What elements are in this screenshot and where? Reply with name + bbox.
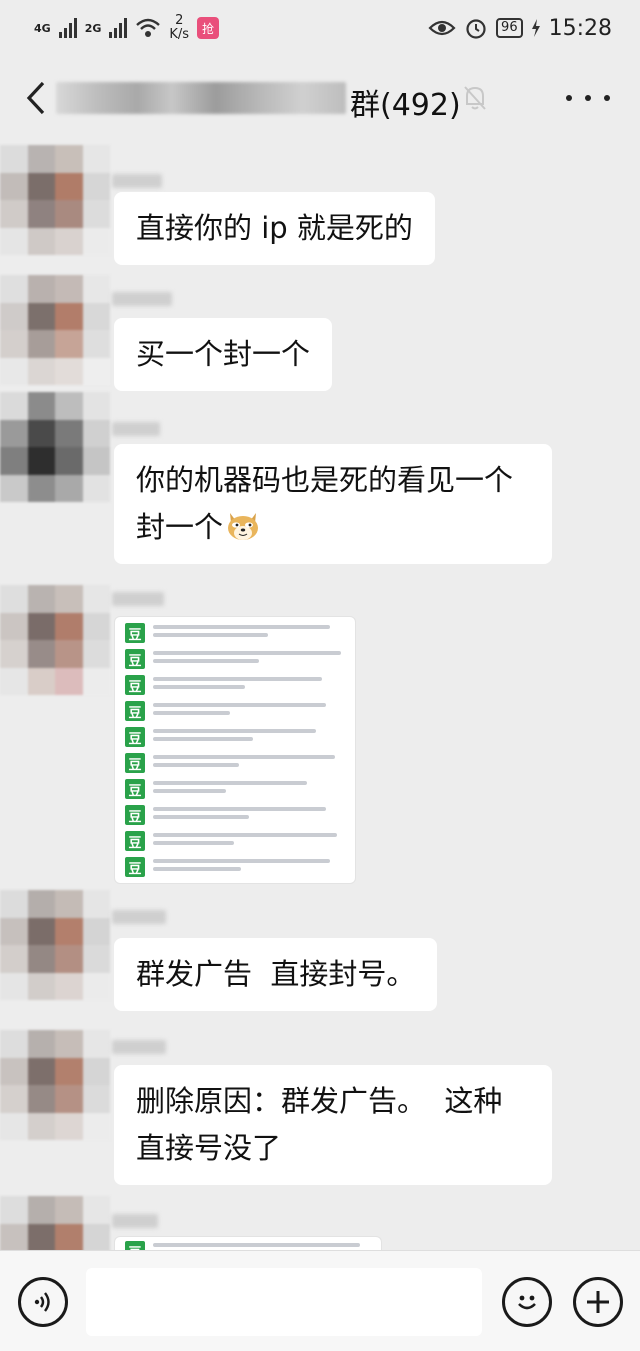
message-text: 直接你的 ip 就是死的 <box>136 211 413 245</box>
net-speed: 2 K/s <box>169 14 189 42</box>
status-right: 96 15:28 <box>428 16 612 41</box>
douban-icon: 豆 <box>125 675 145 695</box>
avatar[interactable] <box>0 275 110 385</box>
douban-icon: 豆 <box>125 649 145 669</box>
message-bubble[interactable]: 直接你的 ip 就是死的 <box>114 192 435 265</box>
douban-icon: 豆 <box>125 727 145 747</box>
network-type-1: 4G <box>34 21 51 35</box>
sender-name <box>112 910 166 924</box>
back-arrow-icon <box>26 81 45 115</box>
douban-icon: 豆 <box>125 753 145 773</box>
more-dot <box>604 95 610 101</box>
douban-icon: 豆 <box>125 1241 145 1250</box>
eye-icon <box>428 20 456 36</box>
alarm-icon <box>466 19 486 39</box>
back-button[interactable] <box>18 78 54 118</box>
net-speed-value: 2 <box>175 13 184 28</box>
message-text-line1: 删除原因：群发广告。 这种 <box>136 1084 503 1118</box>
log-row: 豆 <box>115 883 355 884</box>
log-row: 豆 <box>115 1241 381 1250</box>
sender-name <box>112 1040 166 1054</box>
log-row: 豆 <box>115 805 355 829</box>
emoji-icon <box>518 1295 536 1310</box>
log-row: 豆 <box>115 727 355 751</box>
douban-icon: 豆 <box>125 883 145 884</box>
douban-icon: 豆 <box>125 831 145 851</box>
log-row: 豆 <box>115 753 355 777</box>
sender-name <box>112 174 162 188</box>
log-row: 豆 <box>115 675 355 699</box>
avatar[interactable] <box>0 585 110 695</box>
avatar[interactable] <box>0 890 110 1000</box>
avatar[interactable] <box>0 1030 110 1140</box>
doge-emoji-icon <box>228 513 259 540</box>
douban-icon: 豆 <box>125 623 145 643</box>
message-bubble[interactable]: 你的机器码也是死的看见一个 封一个 <box>114 444 552 564</box>
log-row: 豆 <box>115 779 355 803</box>
more-button[interactable] <box>566 86 610 110</box>
voice-button[interactable] <box>18 1277 68 1327</box>
message-text: 买一个封一个 <box>136 337 311 371</box>
message-text-line2: 直接号没了 <box>136 1131 282 1165</box>
douban-icon: 豆 <box>125 779 145 799</box>
log-row: 豆 <box>115 623 355 647</box>
avatar[interactable] <box>0 392 110 502</box>
sender-name <box>112 1214 158 1228</box>
message-text-line2: 封一个 <box>136 510 224 544</box>
network-type-2: 2G <box>84 21 102 35</box>
charging-icon <box>531 19 540 37</box>
more-dot <box>585 95 591 101</box>
avatar[interactable] <box>0 145 110 255</box>
douban-icon: 豆 <box>125 805 145 825</box>
log-row: 豆 <box>115 701 355 725</box>
emoji-button[interactable] <box>502 1277 552 1327</box>
more-functions-button[interactable] <box>573 1277 623 1327</box>
input-bar <box>0 1250 640 1351</box>
message-text: 群发广告 直接封号。 <box>136 957 416 991</box>
muted-bell-icon <box>464 86 486 110</box>
message-bubble[interactable]: 删除原因：群发广告。 这种 直接号没了 <box>114 1065 552 1185</box>
message-bubble[interactable]: 买一个封一个 <box>114 318 333 391</box>
signal-icon-2 <box>109 18 128 38</box>
message-input[interactable] <box>86 1268 482 1336</box>
app-notification-icon: 抢 <box>197 17 220 39</box>
message-bubble[interactable]: 群发广告 直接封号。 <box>114 938 438 1011</box>
plus-icon <box>587 1291 609 1313</box>
douban-icon: 豆 <box>125 857 145 877</box>
voice-icon <box>34 1292 50 1312</box>
wifi-icon <box>136 18 161 37</box>
group-name-blurred <box>56 82 346 114</box>
sender-name <box>112 592 164 606</box>
log-row: 豆 <box>115 649 355 673</box>
clock-time: 15:28 <box>548 15 612 41</box>
log-row: 豆 <box>115 831 355 855</box>
chat-header: 群(492) <box>0 56 640 138</box>
status-left: 4G 2G 2 K/s 抢 <box>34 14 220 42</box>
sender-name <box>112 292 172 306</box>
sender-name <box>112 422 160 436</box>
message-text-line1: 你的机器码也是死的看见一个 <box>136 463 514 497</box>
battery-indicator: 96 <box>496 18 523 38</box>
status-bar: 4G 2G 2 K/s 抢 96 15:28 <box>0 0 640 56</box>
more-dot <box>566 95 572 101</box>
log-row: 豆 <box>115 857 355 881</box>
net-speed-unit: K/s <box>169 27 190 42</box>
chat-title: 群(492) <box>350 88 461 123</box>
image-message[interactable]: 豆 <box>114 1236 382 1250</box>
douban-icon: 豆 <box>125 701 145 721</box>
signal-icon <box>58 18 77 38</box>
image-message[interactable]: 豆 豆 豆 豆 豆 豆 豆 豆 豆 豆 豆 <box>114 616 356 884</box>
